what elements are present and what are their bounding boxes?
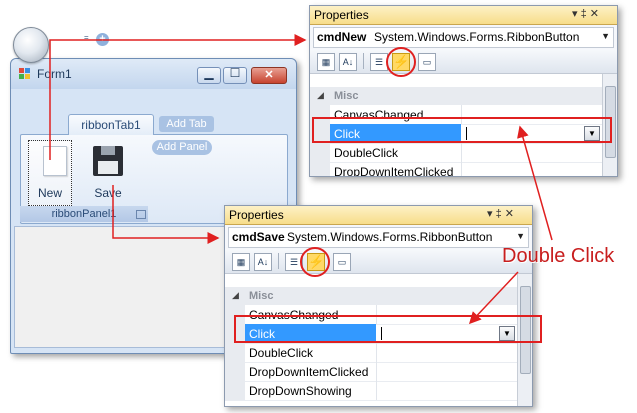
- ribbon-orb-button[interactable]: [13, 27, 49, 63]
- close-icon: ✕: [264, 69, 274, 81]
- properties-toolbar: ▦ A↓ ☰ ⚡ ▭: [310, 49, 617, 74]
- object-type: System.Windows.Forms.RibbonButton: [287, 230, 493, 244]
- panel-launcher-icon[interactable]: [136, 210, 146, 219]
- double-click-callout: Double Click: [502, 245, 615, 267]
- ribbon-button-new-label: New: [37, 186, 62, 200]
- object-name: cmdNew: [317, 30, 367, 44]
- save-floppy-icon[interactable]: [93, 146, 123, 176]
- chevron-down-icon[interactable]: ▼: [601, 31, 610, 41]
- property-pages-icon[interactable]: ▭: [418, 53, 436, 71]
- new-document-icon: [43, 146, 67, 176]
- object-selector[interactable]: cmdSave System.Windows.Forms.RibbonButto…: [228, 227, 529, 248]
- add-panel-button[interactable]: Add Panel: [152, 140, 212, 155]
- chevron-down-icon[interactable]: ▼: [516, 231, 525, 241]
- qat-add-button[interactable]: +: [96, 33, 109, 46]
- collapse-icon[interactable]: ◢: [317, 90, 324, 101]
- form-icon: [19, 68, 30, 79]
- properties-window-cmdsave: Properties ▾ ‡ ✕ cmdSave System.Windows.…: [224, 205, 533, 407]
- ribbon-panel-label: ribbonPanel1: [20, 206, 148, 222]
- highlight-circle: [386, 47, 416, 77]
- alphabetical-icon[interactable]: A↓: [254, 253, 272, 271]
- object-type: System.Windows.Forms.RibbonButton: [374, 30, 580, 44]
- highlight-rectangle: [234, 315, 542, 343]
- toolbar-separator: [363, 53, 364, 69]
- ribbon-button-save-label[interactable]: Save: [86, 186, 130, 200]
- category-misc[interactable]: ◢ Misc: [310, 87, 603, 105]
- event-row[interactable]: DropDownShowing: [225, 381, 518, 401]
- form-title: Form1: [37, 67, 72, 81]
- highlight-rectangle: [312, 117, 612, 143]
- form-titlebar: Form1 ▁ ☐ ✕: [11, 59, 296, 89]
- properties-window-cmdnew: Properties ▾ ‡ ✕ cmdNew System.Windows.F…: [309, 5, 618, 177]
- maximize-icon: ☐: [229, 66, 241, 80]
- property-pages-icon[interactable]: ▭: [333, 253, 351, 271]
- qat-dropdown-icon[interactable]: =: [84, 33, 89, 42]
- categorized-icon[interactable]: ▦: [317, 53, 335, 71]
- properties-toolbar: ▦ A↓ ☰ ⚡ ▭: [225, 249, 532, 274]
- properties-titlebar: Properties ▾ ‡ ✕: [310, 6, 617, 25]
- event-row[interactable]: DropDownItemClicked: [310, 162, 603, 176]
- categorized-icon[interactable]: ▦: [232, 253, 250, 271]
- event-row[interactable]: DoubleClick: [225, 343, 518, 363]
- window-controls-icon[interactable]: ▾ ‡ ✕: [572, 7, 599, 20]
- category-misc[interactable]: ◢ Misc: [225, 287, 518, 305]
- window-controls-icon[interactable]: ▾ ‡ ✕: [487, 207, 514, 220]
- properties-title: Properties: [229, 208, 284, 222]
- highlight-circle: [300, 247, 330, 277]
- tab-ribbontab1[interactable]: ribbonTab1: [68, 114, 154, 135]
- collapse-icon[interactable]: ◢: [232, 290, 239, 301]
- toolbar-separator: [278, 253, 279, 269]
- close-button[interactable]: ✕: [251, 67, 287, 84]
- properties-titlebar: Properties ▾ ‡ ✕: [225, 206, 532, 225]
- object-selector[interactable]: cmdNew System.Windows.Forms.RibbonButton…: [313, 27, 614, 48]
- minimize-icon: ▁: [204, 66, 214, 80]
- properties-title: Properties: [314, 8, 369, 22]
- minimize-button[interactable]: ▁: [197, 66, 221, 84]
- event-row[interactable]: DropDownItemClicked: [225, 362, 518, 382]
- maximize-button[interactable]: ☐: [223, 66, 247, 84]
- object-name: cmdSave: [232, 230, 285, 244]
- alphabetical-icon[interactable]: A↓: [339, 53, 357, 71]
- event-row[interactable]: DoubleClick: [310, 143, 603, 163]
- add-tab-button[interactable]: Add Tab: [159, 116, 214, 132]
